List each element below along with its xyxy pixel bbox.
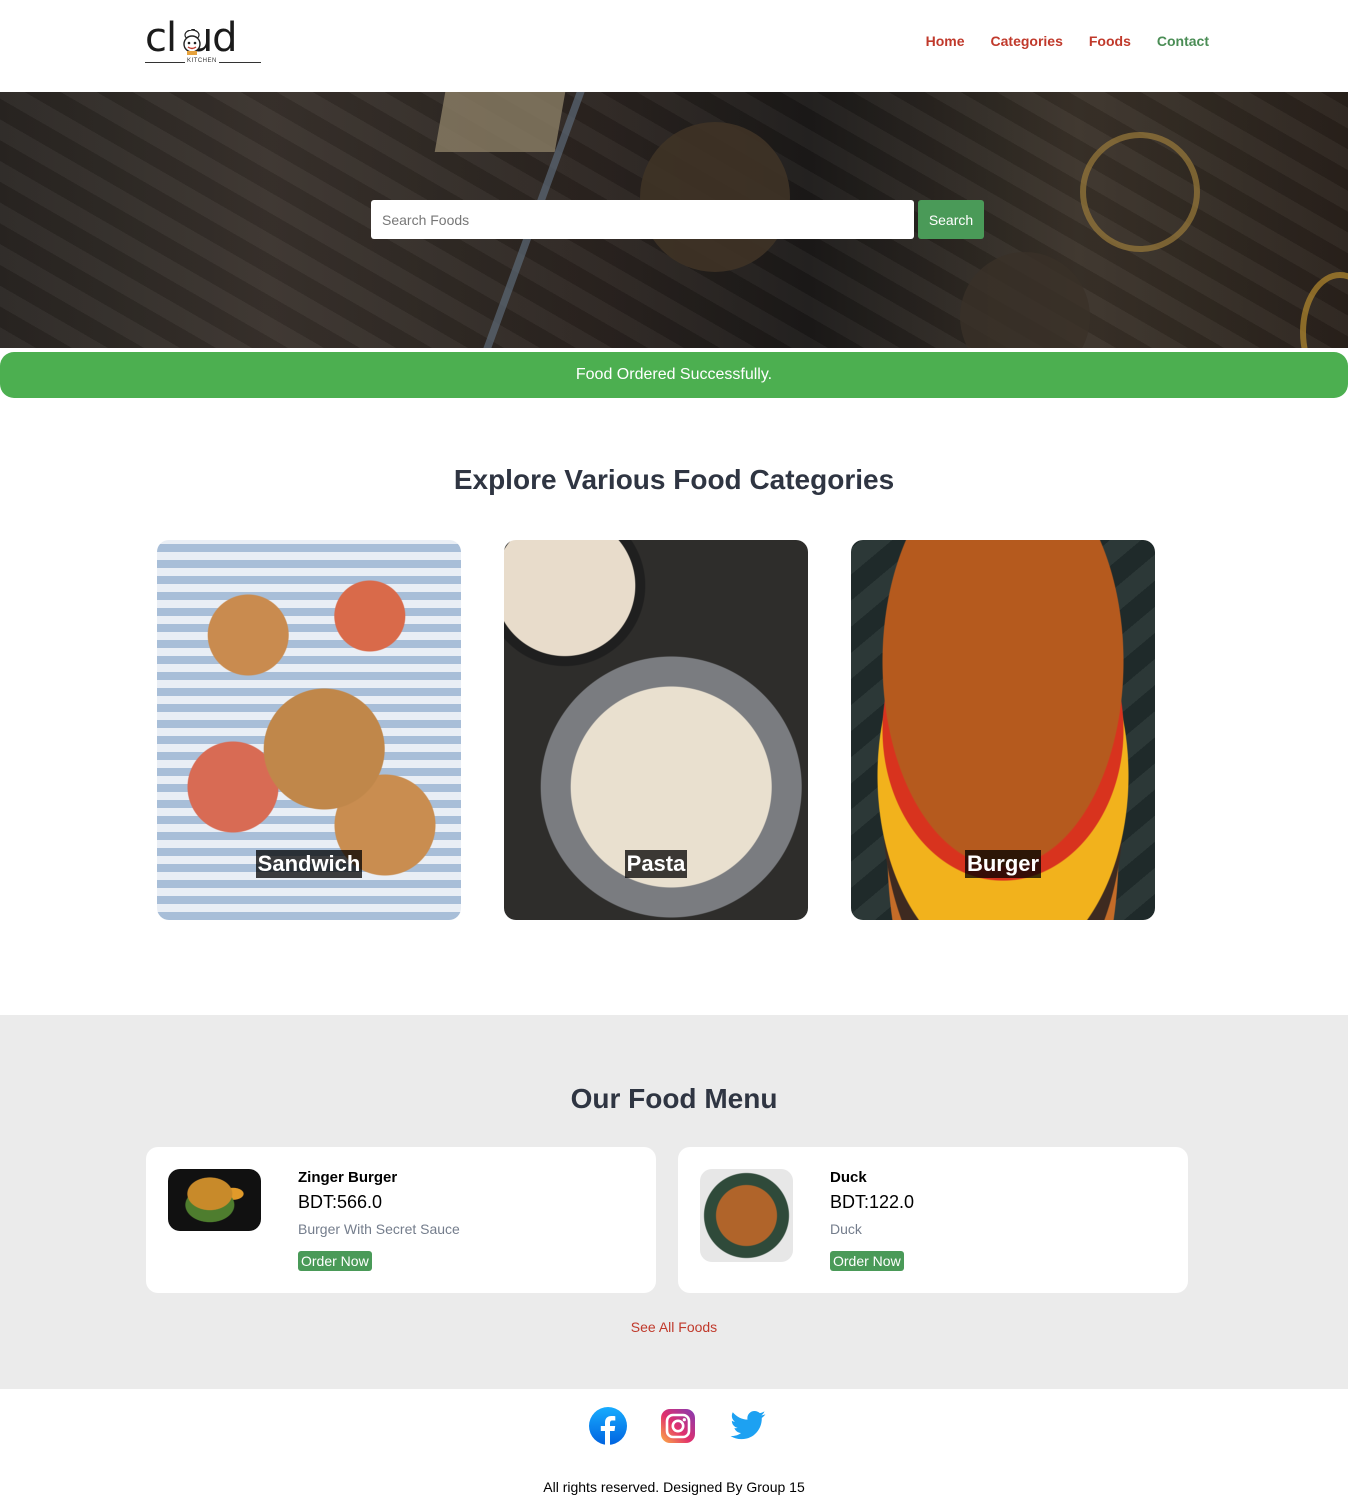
food-image-duck bbox=[700, 1169, 793, 1262]
see-all-foods-link[interactable]: See All Foods bbox=[631, 1319, 717, 1335]
category-card-burger[interactable]: Burger bbox=[851, 540, 1155, 920]
nav-categories[interactable]: Categories bbox=[991, 33, 1063, 49]
see-all-wrapper: See All Foods bbox=[0, 1319, 1348, 1337]
food-info: Zinger Burger BDT:566.0 Burger With Secr… bbox=[298, 1169, 460, 1271]
food-menu-grid: Zinger Burger BDT:566.0 Burger With Secr… bbox=[0, 1147, 1348, 1293]
food-info: Duck BDT:122.0 Duck Order Now bbox=[830, 1169, 914, 1271]
search-button[interactable]: Search bbox=[918, 200, 984, 239]
order-now-button[interactable]: Order Now bbox=[298, 1251, 372, 1271]
category-label-wrapper: Sandwich bbox=[157, 850, 461, 878]
search-input[interactable] bbox=[371, 200, 914, 239]
food-menu-title: Our Food Menu bbox=[570, 1083, 778, 1114]
category-label: Burger bbox=[964, 850, 1042, 878]
food-image-zinger-burger bbox=[168, 1169, 261, 1231]
footer: All rights reserved. Designed By Group 1… bbox=[0, 1389, 1348, 1495]
category-label-wrapper: Pasta bbox=[504, 850, 808, 878]
food-card-duck: Duck BDT:122.0 Duck Order Now bbox=[678, 1147, 1188, 1293]
navbar: cl ud KITCHEN Home Categories Foods Cont… bbox=[0, 0, 1348, 92]
hero-background-decoration bbox=[1080, 132, 1200, 252]
food-name: Duck bbox=[830, 1169, 867, 1186]
social-links bbox=[0, 1389, 1348, 1465]
category-label: Sandwich bbox=[255, 850, 363, 878]
food-name: Zinger Burger bbox=[298, 1169, 398, 1186]
food-price: BDT:566.0 bbox=[298, 1192, 383, 1212]
copyright-text: All rights reserved. Designed By Group 1… bbox=[543, 1479, 805, 1495]
nav-home[interactable]: Home bbox=[926, 33, 965, 49]
order-now-button[interactable]: Order Now bbox=[830, 1251, 904, 1271]
food-menu-section: Our Food Menu Zinger Burger BDT:566.0 Bu… bbox=[0, 1015, 1348, 1389]
twitter-icon[interactable] bbox=[729, 1407, 767, 1445]
categories-title: Explore Various Food Categories bbox=[453, 464, 895, 495]
logo-subtitle: KITCHEN bbox=[185, 58, 219, 64]
hero-background-decoration bbox=[960, 252, 1090, 348]
facebook-icon[interactable] bbox=[589, 1407, 627, 1445]
instagram-icon[interactable] bbox=[659, 1407, 697, 1445]
category-label-wrapper: Burger bbox=[851, 850, 1155, 878]
hero-background-decoration bbox=[434, 92, 566, 152]
hero-search-banner: Search bbox=[0, 92, 1348, 348]
category-label: Pasta bbox=[624, 850, 688, 878]
food-card-zinger-burger: Zinger Burger BDT:566.0 Burger With Secr… bbox=[146, 1147, 656, 1293]
hero-background-decoration bbox=[1300, 272, 1348, 348]
food-description: Burger With Secret Sauce bbox=[298, 1221, 460, 1237]
nav-foods[interactable]: Foods bbox=[1089, 33, 1131, 49]
food-price: BDT:122.0 bbox=[830, 1192, 915, 1212]
nav-contact[interactable]: Contact bbox=[1157, 33, 1209, 49]
search-form: Search bbox=[371, 200, 984, 239]
categories-grid: Sandwich Pasta Burger bbox=[0, 540, 1348, 920]
categories-section: Explore Various Food Categories Sandwich… bbox=[0, 398, 1348, 1015]
category-card-sandwich[interactable]: Sandwich bbox=[157, 540, 461, 920]
food-description: Duck bbox=[830, 1221, 862, 1237]
success-alert: Food Ordered Successfully. bbox=[0, 352, 1348, 398]
main-nav: Home Categories Foods Contact bbox=[900, 33, 1209, 49]
hero-background-decoration bbox=[640, 122, 790, 272]
chef-mascot-icon bbox=[183, 30, 201, 55]
category-card-pasta[interactable]: Pasta bbox=[504, 540, 808, 920]
logo[interactable]: cl ud KITCHEN bbox=[145, 16, 265, 68]
